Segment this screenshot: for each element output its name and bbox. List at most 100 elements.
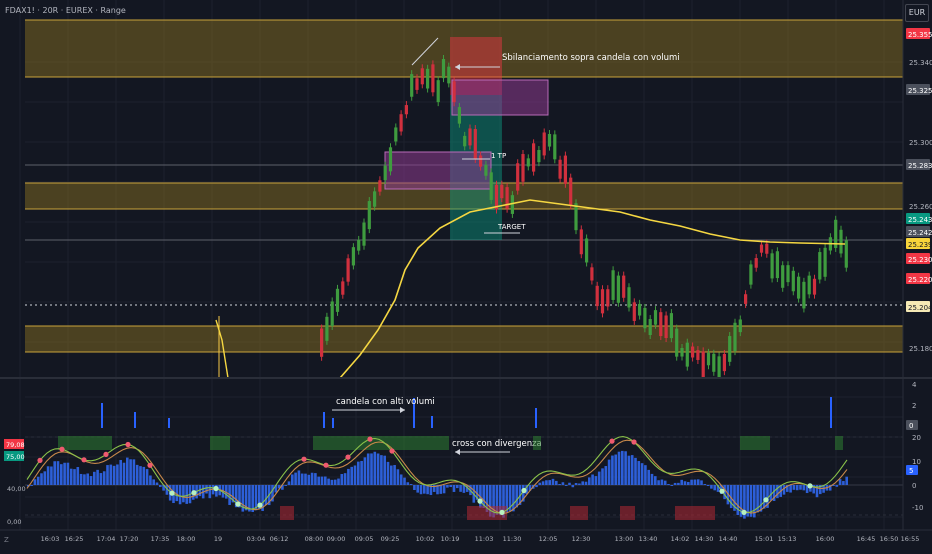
histogram-bar [551,478,555,485]
candle-down [659,312,663,337]
histogram-bar [657,480,660,485]
price-badge-label: 25.283 [908,162,932,170]
osc-tick: 0 [912,482,916,490]
cross-dot-red [631,439,637,445]
oversold-box [620,506,635,520]
candle-up [675,328,679,357]
histogram-bar [762,485,766,509]
candle-down [378,180,382,192]
histogram-bar [442,485,446,494]
candle-up [447,66,451,84]
price-badge-label: 25.230 [908,256,932,264]
cross-dot-red [345,454,351,460]
cross-dot-red [125,441,131,448]
candle-down [415,78,419,90]
candle-up [706,352,711,366]
histogram-bar [350,466,353,485]
symbol-header[interactable]: FDAX1! · 20R · EUREX · Range [5,6,126,15]
histogram-bar [795,485,799,491]
histogram-bar [291,474,294,485]
cross-dot-red [81,457,87,463]
histogram-bar [36,476,40,485]
annotation-arrow-head [455,449,460,455]
currency-button[interactable]: EUR [905,4,929,22]
timezone-label[interactable]: Z [4,536,9,544]
osc-tick: 10 [912,458,921,466]
histogram-bar [46,466,50,485]
histogram-bar [314,473,317,485]
histogram-bar [512,485,515,512]
candle-up [537,150,541,163]
cross-dot-green [763,497,769,503]
candle-down [468,128,472,146]
histogram-bar [159,485,162,488]
histogram-bar [205,485,208,494]
candle-up [351,247,355,266]
histogram-bar [446,485,449,488]
candle-up [786,265,790,283]
candle-up [489,172,493,200]
histogram-bar [545,480,548,485]
candle-down [399,114,403,132]
volume-spike [332,418,334,428]
volume-spike [830,397,832,428]
oversold-box [675,506,715,520]
histogram-bar [152,479,155,485]
volume-spike [431,416,433,428]
candle-down [595,285,599,307]
candle-up [643,307,647,329]
histogram-bar [337,478,340,485]
candle-down [812,278,817,295]
histogram-bar [792,485,796,490]
histogram-bar [416,485,419,493]
time-axis: 16:03 16:25 17:04 17:20 17:35 18:00 19 03:04 06:… [0,529,932,543]
candle-up [823,247,827,277]
histogram-bar [677,482,680,485]
histogram-bar [640,463,644,485]
histogram-bar [449,485,452,488]
time-tick: 09:00 [327,535,346,543]
annotation-tp: 1 TP [491,152,506,160]
histogram-bar [264,485,268,506]
cross-dot-red [147,462,153,468]
histogram-bar [327,478,330,485]
candle-up [680,347,684,357]
time-tick: 09:05 [355,535,374,543]
histogram-bar [106,465,109,485]
candle-up [627,287,631,308]
histogram-bar [139,466,142,485]
imbalance-box-upper [451,79,549,116]
time-tick: 03:04 [247,535,266,543]
candle-up [526,158,530,167]
histogram-bar [287,481,291,485]
candle-up [574,203,578,231]
histogram-bar [601,468,604,485]
histogram-bar [300,473,304,485]
candle-up [791,270,795,292]
candle-down [431,64,435,93]
candle-up [728,336,732,362]
candle-up [335,288,340,312]
cross-dot-green [477,498,483,504]
histogram-bar [383,455,386,485]
candle-down [696,350,700,360]
cross-dot-green [719,488,725,494]
chart-window[interactable]: Sbilanciamento sopra candela con volumi 1… [0,0,932,550]
histogram-bar [122,462,126,485]
histogram-bar [462,485,466,493]
histogram-bar [564,485,568,486]
histogram-bar [561,482,565,485]
osc-badge-label: 5 [909,467,913,475]
candle-down [558,159,562,179]
osc-badge-label: 0 [909,422,913,430]
candle-up [394,127,398,142]
histogram-bar [324,476,327,485]
histogram-bar [574,483,578,485]
histogram-bar [86,473,89,485]
candle-up [797,276,801,299]
cross-dot-green [807,483,813,489]
histogram-bar [155,482,159,485]
candle-down [563,155,567,184]
trading-chart[interactable]: Sbilanciamento sopra candela con volumi 1… [0,0,932,550]
volume-spike [101,403,103,428]
